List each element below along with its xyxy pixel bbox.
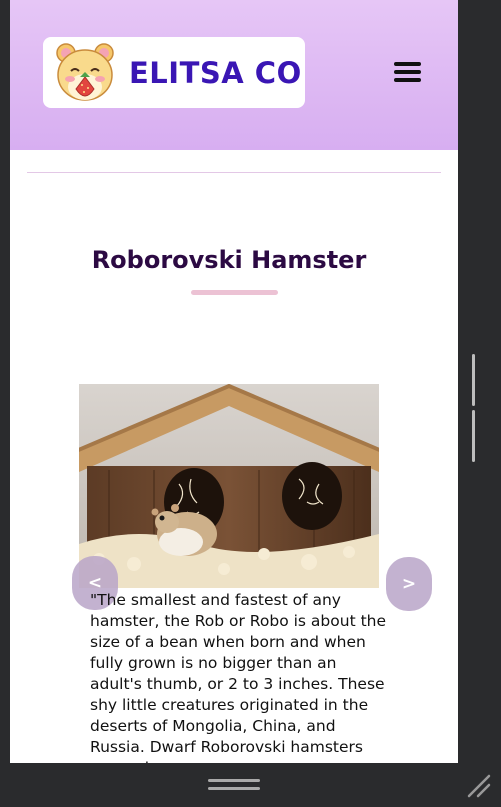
hamburger-menu-icon[interactable]: [394, 62, 424, 86]
page: ELITSA CO Roborovski Hamster < > "The sm…: [10, 0, 458, 763]
side-resize-handle[interactable]: [472, 354, 484, 462]
title-underline: [191, 290, 278, 295]
hamster-photo: [79, 384, 379, 588]
brand-logo[interactable]: ELITSA CO: [43, 37, 305, 108]
hamster-description: "The smallest and fastest of any hamster…: [90, 591, 387, 763]
site-header: ELITSA CO: [10, 0, 458, 150]
device-frame-left: [0, 0, 10, 807]
brand-name: ELITSA CO: [129, 55, 302, 90]
section-divider: [27, 172, 441, 173]
section-title: Roborovski Hamster: [91, 246, 367, 274]
hamster-logo-icon: [56, 43, 114, 101]
carousel-next-button[interactable]: >: [386, 557, 432, 611]
resize-grip-icon[interactable]: [465, 772, 491, 798]
drag-handle[interactable]: [208, 779, 260, 791]
